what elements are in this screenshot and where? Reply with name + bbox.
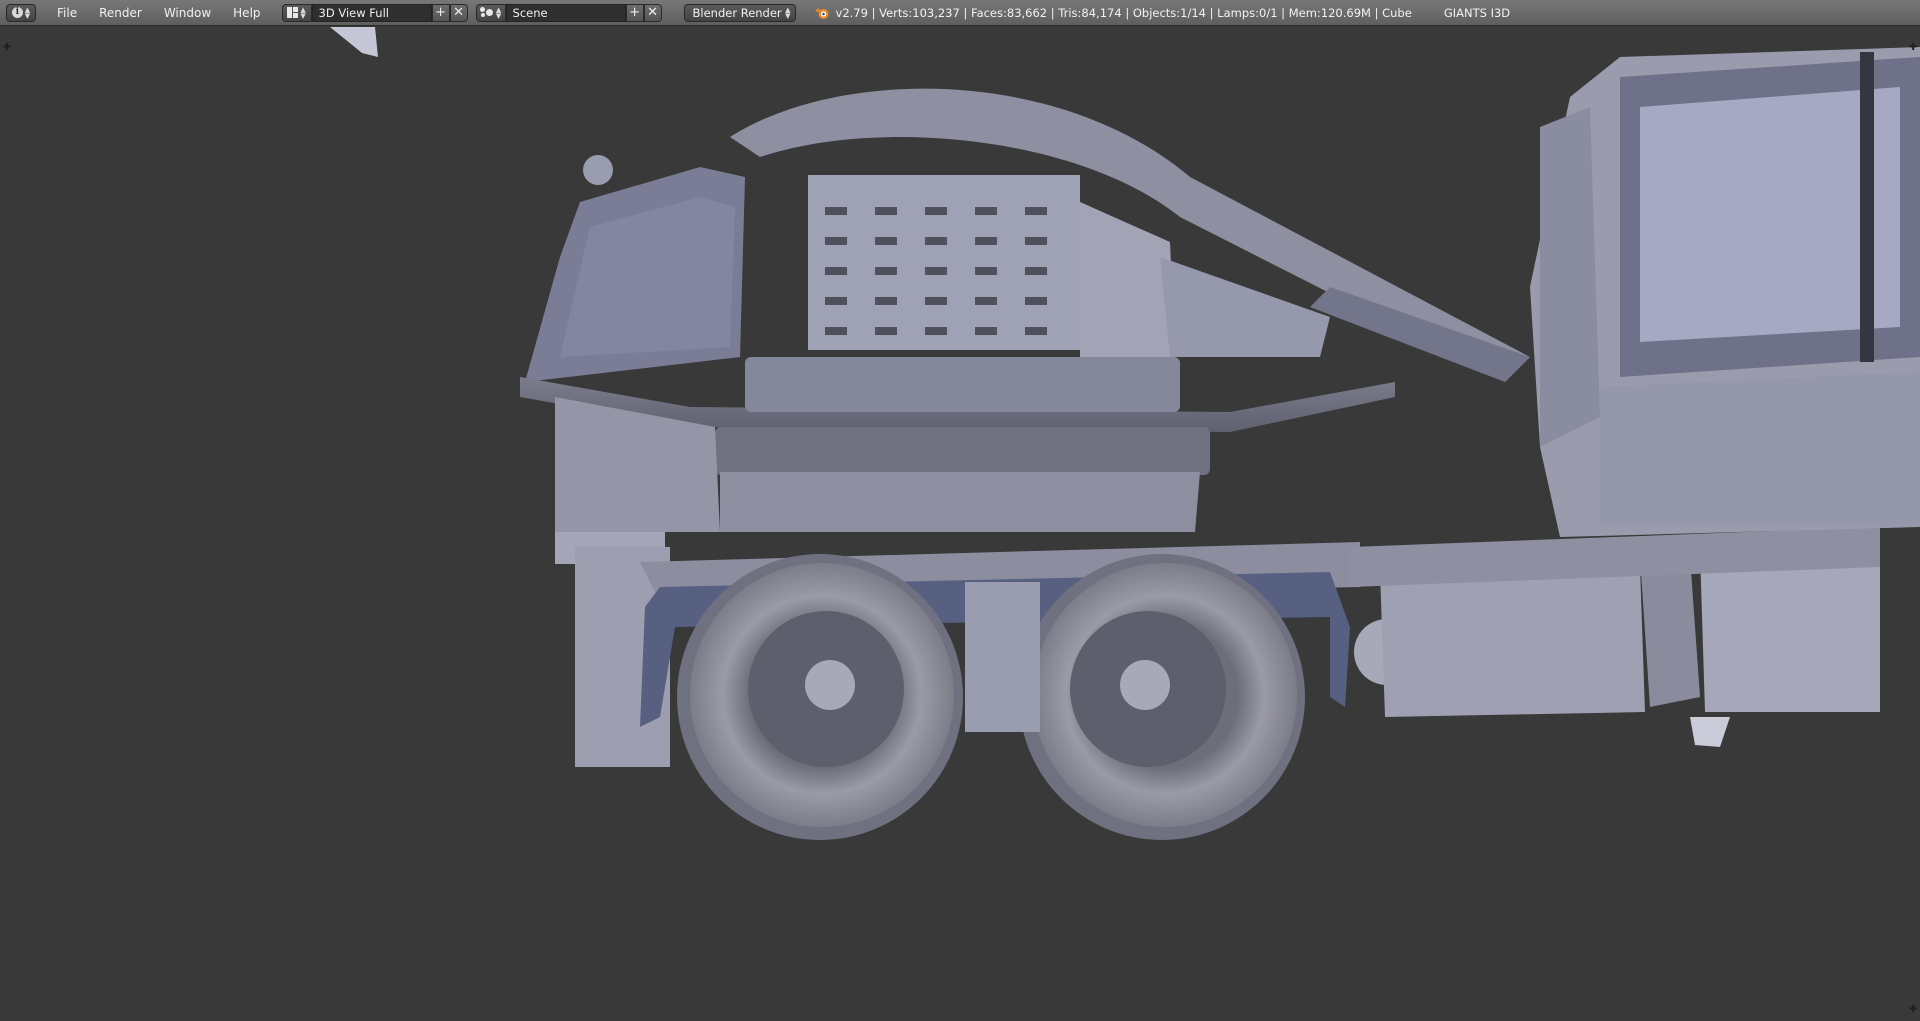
area-split-corner-top-right[interactable]: ✚ (1909, 43, 1917, 53)
scene-selector: ▲ ▼ Scene + ✕ (475, 3, 662, 22)
scene-statistics: v2.79 | Verts:103,237 | Faces:83,662 | T… (835, 5, 1412, 20)
menu-window[interactable]: Window (153, 6, 222, 20)
plus-icon: + (629, 5, 640, 20)
render-engine-label: Blender Render (692, 5, 782, 20)
screen-layout-icon (287, 7, 299, 18)
updown-arrows-icon: ▲ ▼ (300, 5, 306, 20)
delete-scene-button[interactable]: ✕ (643, 3, 662, 22)
menu-help[interactable]: Help (222, 6, 271, 20)
scene-name-field[interactable]: Scene (505, 3, 626, 22)
rear-wheel-1 (677, 554, 963, 840)
scene-icon (479, 7, 494, 18)
area-split-corner-bottom-right[interactable]: ✚ (1909, 1005, 1917, 1015)
screen-layout-browse-button[interactable]: ▲ ▼ (281, 3, 312, 22)
area-split-corner-top-left[interactable]: ✚ (3, 43, 11, 53)
editor-type-button[interactable]: i ▲ ▼ (6, 3, 36, 22)
menu-render[interactable]: Render (88, 6, 153, 20)
render-engine-dropdown[interactable]: Blender Render ▲ ▼ (683, 3, 796, 22)
add-screen-button[interactable]: + (431, 3, 450, 22)
updown-arrows-icon: ▲ ▼ (24, 5, 31, 20)
screen-layout-name-field[interactable]: 3D View Full (311, 3, 432, 22)
screen-layout-selector: ▲ ▼ 3D View Full + ✕ (281, 3, 468, 22)
updown-arrows-icon: ▲ ▼ (495, 5, 502, 20)
menu-file[interactable]: File (46, 6, 88, 20)
delete-screen-button[interactable]: ✕ (449, 3, 468, 22)
rear-wheel-2 (1019, 554, 1305, 840)
info-header: i ▲ ▼ File Render Window Help ▲ ▼ 3D View … (0, 0, 1920, 26)
plus-icon: + (435, 5, 446, 20)
addon-label: GIANTS I3D (1443, 5, 1511, 20)
info-icon: i (11, 7, 23, 18)
close-icon: ✕ (647, 5, 658, 20)
3d-viewport[interactable]: ✚ ✚ ✚ (0, 27, 1920, 1017)
truck-model-render (330, 27, 1920, 840)
add-scene-button[interactable]: + (625, 3, 644, 22)
scene-browse-button[interactable]: ▲ ▼ (475, 3, 506, 22)
close-icon: ✕ (453, 5, 464, 20)
updown-arrows-icon: ▲ ▼ (785, 5, 791, 20)
blender-logo-icon (814, 7, 829, 19)
